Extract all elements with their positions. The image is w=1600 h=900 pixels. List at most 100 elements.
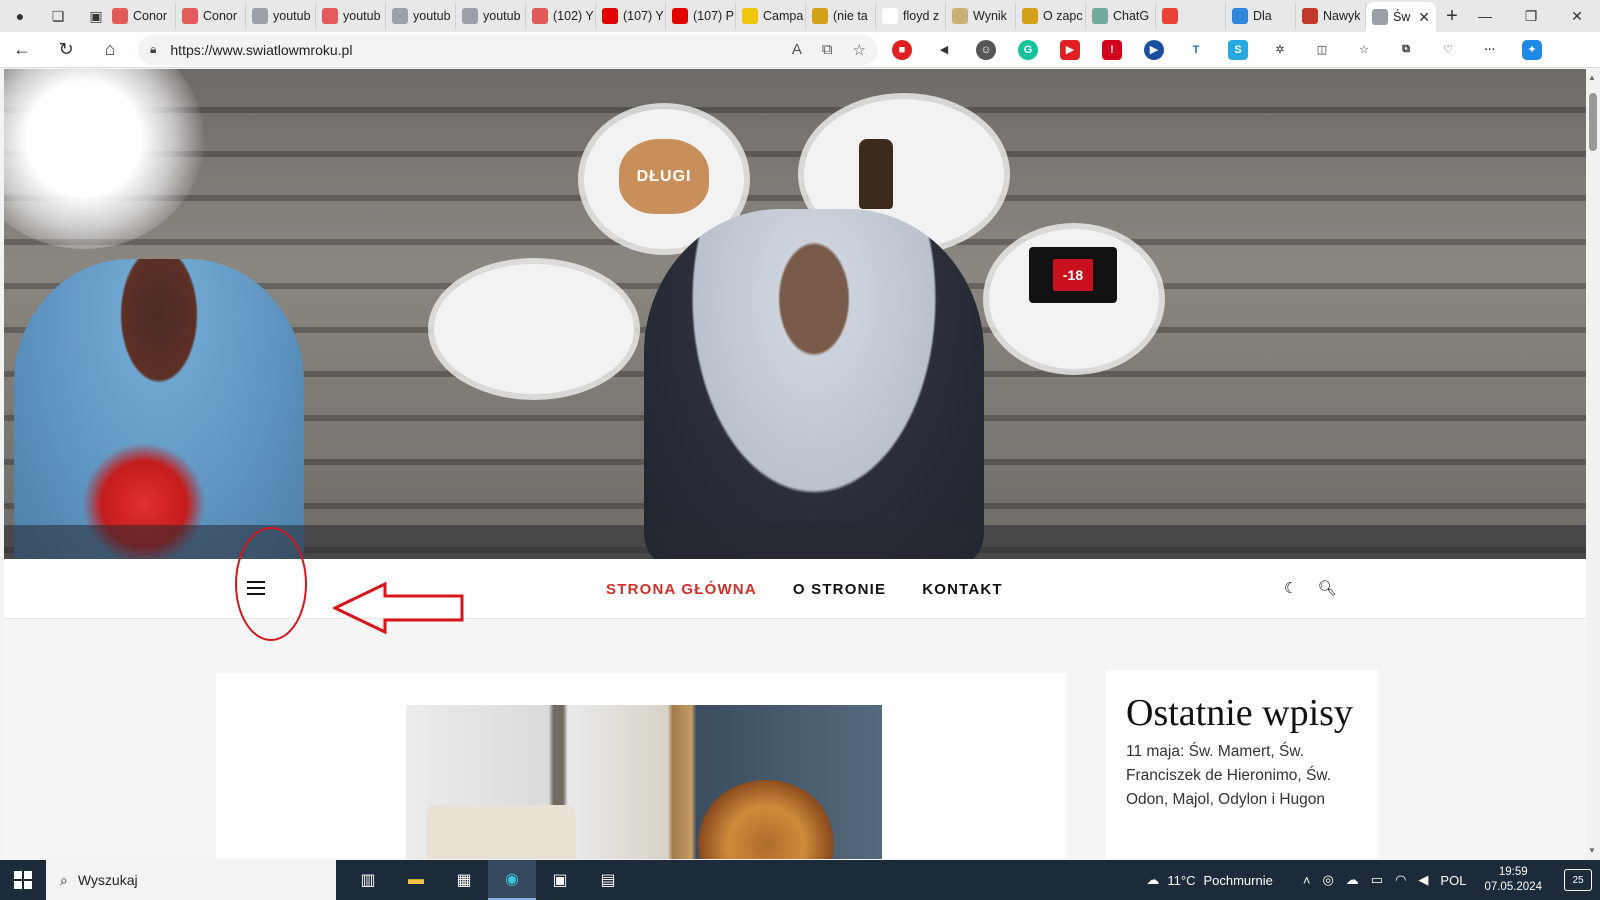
browser-tab[interactable]: Św ✕ [1366,2,1436,32]
cloud-icon: ☁ [1146,872,1160,887]
skype-extension-icon[interactable]: S [1228,39,1248,60]
file-explorer-icon[interactable]: ▬ [392,860,440,900]
translate-extension-icon[interactable]: T [1186,40,1206,60]
menu-item[interactable]: STRONA GŁÓWNA [606,581,757,598]
recent-post-link[interactable]: 11 maja: Św. Mamert, Św. Franciszek de H… [1126,740,1358,812]
minimize-icon[interactable]: — [1462,8,1508,25]
browser-tab[interactable]: Conor [176,3,246,29]
profile-icon[interactable]: ● [10,6,30,26]
adblock-extension-icon[interactable]: ■ [892,39,912,60]
wifi-icon[interactable]: ◠ [1395,872,1406,888]
browser-tab[interactable]: O zapc [1016,3,1086,29]
start-button[interactable] [0,860,46,900]
browser-tab[interactable]: floyd z [876,3,946,29]
search-placeholder: Wyszukaj [77,872,138,888]
annotation-circle [235,527,307,641]
weather-widget[interactable]: ☁ 11°C Pochmurnie [1146,872,1272,888]
tab-label: (107) P [693,9,734,23]
address-bar[interactable]: 🔒︎ https://www.swiatlowmroku.pl A ⧉ ☆ [138,34,878,65]
browser-tab[interactable]: ChatG [1086,3,1156,29]
menu-item[interactable]: KONTAKT [922,581,1003,598]
page-scrollbar[interactable]: ▲ ▼ [1586,69,1600,859]
read-aloud-icon[interactable]: A [792,41,802,59]
notepad-icon[interactable]: ▤ [584,860,632,900]
show-hidden-icons-chevron-icon[interactable]: ˄ [1303,873,1311,888]
youtube-studio-icon [532,8,548,24]
browser-tab[interactable]: Nawyk [1296,3,1366,29]
tab-label: youtub [483,9,521,23]
player-extension-icon[interactable]: ▶ [1144,39,1164,60]
money-bag-graphic: DŁUGI [619,139,709,214]
web-page: DŁUGI -18 STRONA GŁÓWNA O STRONIE KONTAKT … [4,69,1586,859]
browser-tab[interactable]: Campa [736,3,806,29]
browser-tab[interactable] [1156,3,1226,29]
reload-icon[interactable]: ↻ [44,39,88,60]
worried-man-figure [644,209,984,559]
workspaces-icon[interactable]: ❏ [48,6,68,26]
browser-essentials-icon[interactable]: ♡ [1438,40,1458,60]
app-available-icon[interactable]: ⧉ [822,41,833,59]
browser-tab[interactable]: (107) Y [596,3,666,29]
clock[interactable]: 19:59 07.05.2024 [1484,865,1542,895]
volume-extension-icon[interactable]: ◀ [934,40,954,60]
onedrive-cloud-icon[interactable]: ☁ [1346,872,1359,888]
app-icon[interactable]: ▣ [536,860,584,900]
scrollbar-thumb[interactable] [1589,93,1597,151]
restore-icon[interactable]: ❐ [1508,8,1554,25]
browser-tab-bar: ● ❏ ▣ Conor Conor youtub youtub youtub youtub… [0,0,1600,32]
browser-tab[interactable]: youtub [456,3,526,29]
copilot-icon[interactable]: ✦ [1522,39,1542,60]
shield-extension-icon[interactable]: ! [1102,39,1122,60]
collections-icon[interactable]: ⧉ [1396,40,1416,60]
taskbar-search[interactable]: ⌕ Wyszukaj [46,860,336,900]
language-indicator[interactable]: POL [1440,873,1466,888]
search-icon[interactable]: 🔍︎ [1317,579,1336,597]
browser-tab[interactable]: Wynik [946,3,1016,29]
widget-title: Ostatnie wpisy [1126,692,1353,734]
browser-tab[interactable]: (nie ta [806,3,876,29]
more-menu-icon[interactable]: ··· [1480,40,1500,60]
battery-icon[interactable]: ▭ [1371,872,1383,888]
close-tab-icon[interactable]: ✕ [1418,9,1430,26]
menu-item[interactable]: O STRONIE [793,581,886,598]
clock-time: 19:59 [1498,866,1528,878]
browser-tab[interactable]: youtub [246,3,316,29]
browser-tab[interactable]: youtub [316,3,386,29]
header-banner-image: DŁUGI -18 [4,69,1586,559]
scroll-up-icon[interactable]: ▲ [1588,73,1596,82]
pdf-icon [1302,8,1318,24]
favorite-star-icon[interactable]: ☆ [853,41,866,59]
back-icon[interactable]: ← [0,39,44,60]
lock-icon[interactable]: 🔒︎ [150,42,156,57]
favorites-icon[interactable]: ☆ [1354,40,1374,60]
meet-now-icon[interactable]: ◎ [1322,872,1333,888]
volume-icon[interactable]: ◀ [1418,872,1428,888]
browser-tab[interactable]: youtub [386,3,456,29]
task-view-icon[interactable]: ▥ [344,860,392,900]
split-screen-icon[interactable]: ◫ [1312,40,1332,60]
edge-browser-icon[interactable]: ◉ [488,860,536,900]
tab-label: (102) Y [553,9,594,23]
dark-mode-moon-icon[interactable]: ☾ [1284,579,1297,597]
scroll-down-icon[interactable]: ▼ [1588,846,1596,855]
tab-label: Nawyk [1323,9,1361,23]
search-icon: ⌕ [60,871,68,888]
browser-toolbar: ← ↻ ⌂ 🔒︎ https://www.swiatlowmroku.pl A … [0,32,1600,68]
browser-tab[interactable]: (107) P [666,3,736,29]
document-icon [1372,9,1388,25]
accessibility-extension-icon[interactable]: ☺ [976,39,996,60]
close-window-icon[interactable]: ✕ [1554,8,1600,25]
home-icon[interactable]: ⌂ [88,39,132,60]
store-icon[interactable]: ▦ [440,860,488,900]
new-tab-button[interactable]: + [1442,5,1462,28]
grammarly-extension-icon[interactable]: G [1018,39,1038,60]
browser-tab[interactable]: Dla [1226,3,1296,29]
post-thumbnail[interactable] [406,705,882,859]
browser-tab[interactable]: Conor [106,3,176,29]
notification-center-icon[interactable]: 25 [1564,869,1592,891]
extensions-puzzle-icon[interactable]: ✲ [1270,40,1290,60]
annotation-arrow [333,581,464,635]
browser-tab[interactable]: (102) Y [526,3,596,29]
tab-actions-icon[interactable]: ▣ [86,6,106,26]
youtube-extension-icon[interactable]: ▶ [1060,39,1080,60]
